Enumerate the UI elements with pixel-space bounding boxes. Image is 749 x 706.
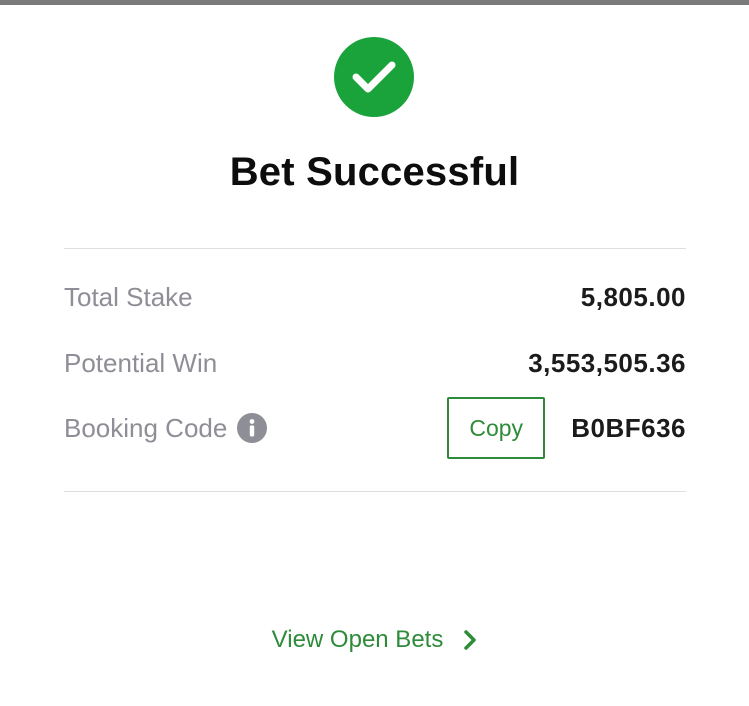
- booking-code-right: Copy B0BF636: [447, 397, 686, 459]
- potential-win-label: Potential Win: [64, 347, 218, 378]
- chevron-right-icon: [463, 629, 477, 651]
- total-stake-value: 5,805.00: [580, 281, 686, 312]
- view-open-bets-link[interactable]: View Open Bets: [0, 626, 749, 654]
- booking-code-row: Booking Code Copy B0BF636: [64, 397, 686, 459]
- divider-bottom: [64, 491, 686, 492]
- potential-win-value: 3,553,505.36: [528, 347, 686, 378]
- total-stake-label: Total Stake: [64, 281, 193, 312]
- copy-button[interactable]: Copy: [447, 397, 546, 459]
- top-border: [0, 0, 749, 5]
- potential-win-row: Potential Win 3,553,505.36: [64, 343, 686, 383]
- info-icon[interactable]: [237, 413, 268, 443]
- booking-code-value: B0BF636: [571, 412, 686, 443]
- booking-code-label-group: Booking Code: [64, 412, 268, 444]
- total-stake-row: Total Stake 5,805.00: [64, 277, 686, 317]
- bet-success-screen: Bet Successful Total Stake 5,805.00 Pote…: [0, 0, 749, 706]
- booking-code-label: Booking Code: [64, 412, 228, 443]
- divider-top: [64, 248, 686, 249]
- check-circle-icon: [334, 37, 414, 117]
- page-title: Bet Successful: [229, 150, 520, 194]
- view-open-bets-label: View Open Bets: [271, 626, 444, 653]
